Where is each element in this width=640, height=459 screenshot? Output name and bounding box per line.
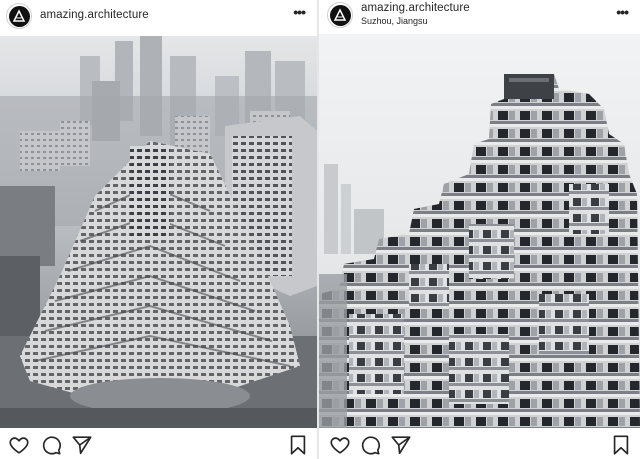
action-bar: [319, 434, 640, 458]
more-options-button[interactable]: •••: [616, 5, 629, 19]
aerial-building-photo: [0, 36, 317, 428]
comment-icon[interactable]: [40, 434, 62, 456]
post-header: amazing.architecture Suzhou, Jiangsu •••: [319, 0, 640, 36]
like-icon[interactable]: [8, 434, 30, 456]
brand-logo-icon: [12, 9, 26, 22]
closeup-building-photo: [319, 34, 640, 428]
action-bar: [0, 434, 317, 458]
post-right: amazing.architecture Suzhou, Jiangsu •••: [319, 0, 640, 459]
avatar[interactable]: [327, 2, 353, 28]
brand-logo-icon: [333, 8, 347, 21]
bookmark-icon[interactable]: [610, 434, 632, 456]
post-left: amazing.architecture •••: [0, 0, 317, 459]
comment-icon[interactable]: [359, 434, 381, 456]
bookmark-icon[interactable]: [287, 434, 309, 456]
username[interactable]: amazing.architecture: [40, 9, 149, 21]
share-icon[interactable]: [71, 434, 93, 456]
location[interactable]: Suzhou, Jiangsu: [361, 16, 428, 26]
post-photo[interactable]: [0, 36, 317, 428]
username[interactable]: amazing.architecture: [361, 2, 470, 14]
share-icon[interactable]: [390, 434, 412, 456]
more-options-button[interactable]: •••: [293, 5, 306, 19]
post-header: amazing.architecture •••: [0, 0, 317, 36]
avatar[interactable]: [6, 3, 32, 29]
like-icon[interactable]: [329, 434, 351, 456]
post-photo[interactable]: [319, 34, 640, 428]
